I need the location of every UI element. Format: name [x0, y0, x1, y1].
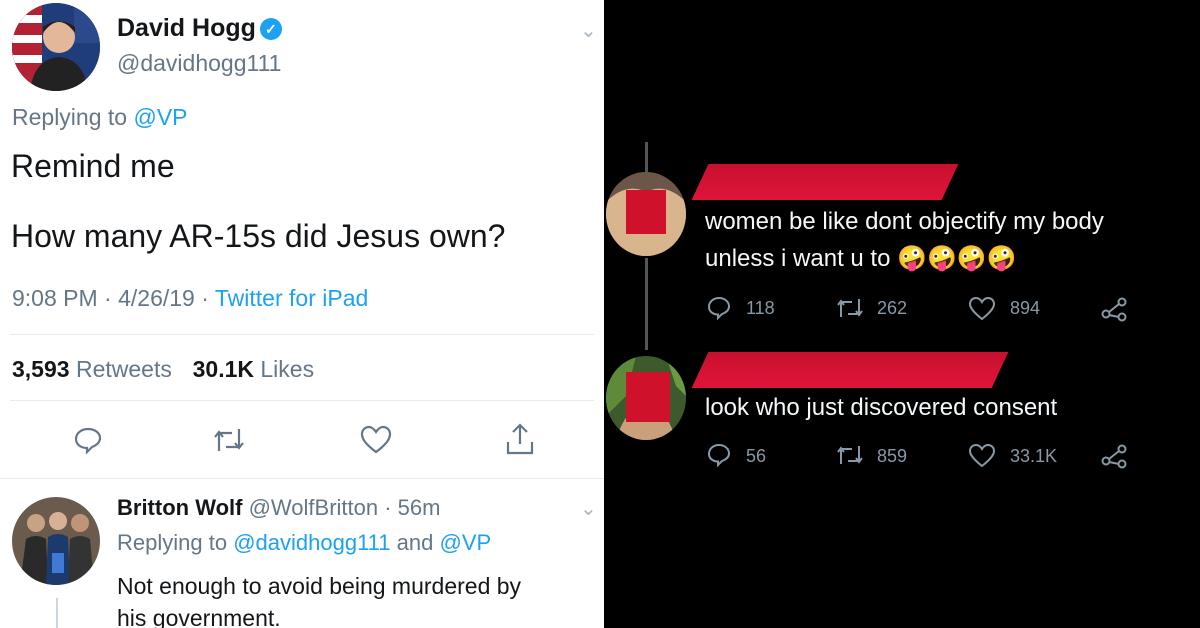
dark-tweet-2-retweets: 859 — [877, 446, 908, 466]
thread-line — [645, 258, 648, 350]
like-icon[interactable] — [968, 296, 996, 322]
retweet-icon[interactable] — [835, 295, 865, 321]
tweet-date: 4/26/19 — [118, 285, 195, 311]
avatar-image — [12, 3, 100, 91]
tweet-meta: 9:08 PM · 4/26/19 · Twitter for iPad — [12, 285, 369, 311]
like-count[interactable]: 30.1K — [193, 356, 254, 382]
avatar-david-hogg[interactable] — [12, 3, 100, 91]
author-handle[interactable]: @davidhogg111 — [117, 50, 281, 77]
replying-to-link[interactable]: @VP — [133, 104, 187, 130]
reply-replying-link-2[interactable]: @VP — [439, 530, 491, 555]
like-icon[interactable] — [360, 425, 392, 455]
thread-connector — [56, 598, 58, 628]
like-icon[interactable] — [968, 443, 996, 469]
replying-to-line: Replying to @VP — [12, 104, 188, 131]
reply-author-handle[interactable]: @WolfBritton — [249, 495, 379, 520]
zany-face-emojis: 🤪🤪🤪🤪 — [897, 245, 1017, 272]
reply-text-line2: his government. — [117, 605, 281, 628]
dark-tweet-1-line2-text: unless i want u to — [705, 245, 891, 272]
retweet-label[interactable]: Retweets — [76, 356, 172, 382]
dark-tweet-1-replies: 118 — [746, 298, 775, 318]
replying-prefix: Replying to — [12, 104, 128, 130]
retweet-count[interactable]: 3,593 — [12, 356, 70, 382]
retweet-icon[interactable] — [212, 425, 246, 455]
light-tweet-panel: David Hogg ✓ @davidhogg111 ⌄ Replying to … — [0, 0, 604, 628]
redacted-username — [691, 164, 959, 200]
engagement-stats: 3,593 Retweets 30.1K Likes — [12, 356, 314, 383]
reply-author-name[interactable]: Britton Wolf — [117, 495, 242, 520]
tweet-source-link[interactable]: Twitter for iPad — [215, 285, 368, 311]
dark-tweet-1-line1: women be like dont objectify my body — [705, 208, 1104, 235]
verified-icon: ✓ — [259, 18, 282, 40]
redacted-username — [691, 352, 1009, 388]
author-name[interactable]: David Hogg ✓ — [117, 14, 282, 43]
reply-age: 56m — [397, 495, 441, 520]
divider — [10, 334, 594, 335]
divider — [0, 478, 604, 479]
dark-tweet-2-replies: 56 — [746, 446, 767, 466]
reply-replying-prefix: Replying to — [117, 530, 228, 555]
redacted-face — [626, 190, 666, 234]
avatar-image — [12, 497, 100, 585]
redacted-face — [626, 372, 670, 422]
reply-replying-link-1[interactable]: @davidhogg111 — [233, 530, 390, 555]
reply-icon[interactable] — [706, 442, 732, 468]
share-icon[interactable] — [1100, 443, 1128, 469]
dark-tweet-1-likes: 894 — [1010, 298, 1041, 318]
like-label[interactable]: Likes — [260, 356, 314, 382]
share-icon[interactable] — [505, 422, 535, 456]
reply-text: Not enough to avoid being murdered by hi… — [117, 570, 521, 628]
tweet-text-line1: Remind me — [11, 148, 175, 184]
divider — [10, 400, 594, 401]
dark-tweet-1-retweets: 262 — [877, 298, 908, 318]
dark-tweet-2-text: look who just discovered consent — [705, 394, 1058, 421]
tweet-time: 9:08 PM — [12, 285, 98, 311]
reply-icon[interactable] — [706, 295, 732, 321]
dark-tweet-1-line2: unless i want u to 🤪🤪🤪🤪 — [705, 244, 1017, 273]
reply-text-line1: Not enough to avoid being murdered by — [117, 573, 522, 599]
reply-and: and — [396, 530, 434, 555]
reply-header: Britton Wolf @WolfBritton · 56m — [117, 495, 441, 520]
share-icon[interactable] — [1100, 296, 1128, 322]
chevron-down-icon[interactable]: ⌄ — [580, 18, 597, 43]
tweet-text-line2: How many AR-15s did Jesus own? — [11, 218, 506, 254]
reply-replying-to: Replying to @davidhogg111 and @VP — [117, 530, 491, 556]
reply-icon[interactable] — [73, 425, 103, 455]
retweet-icon[interactable] — [835, 442, 865, 468]
author-name-text: David Hogg — [117, 14, 256, 42]
avatar-britton-wolf[interactable] — [12, 497, 100, 585]
chevron-down-icon[interactable]: ⌄ — [580, 496, 597, 521]
dark-tweet-2-likes: 33.1K — [1010, 446, 1058, 466]
